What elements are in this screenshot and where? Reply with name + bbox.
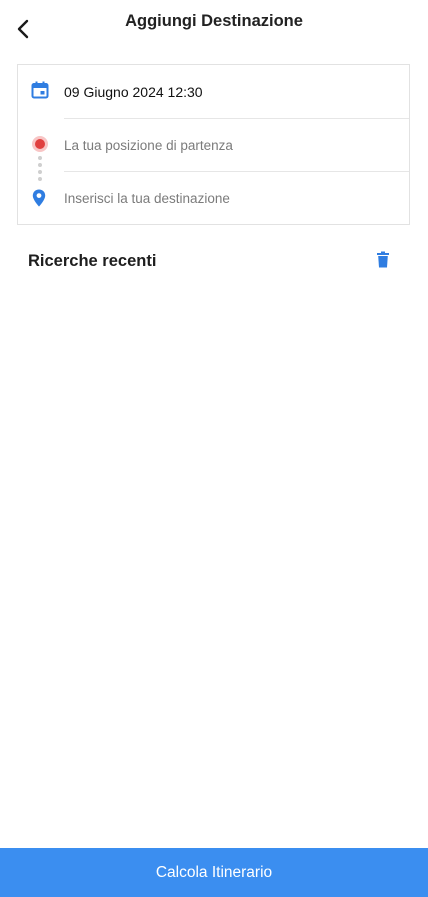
recent-searches-title: Ricerche recenti [28,252,157,270]
date-time-value: 09 Giugno 2024 12:30 [64,83,203,100]
start-location-placeholder: La tua posizione di partenza [64,138,233,153]
trip-form-card: 09 Giugno 2024 12:30 La tua posizione di… [17,64,410,225]
destination-input[interactable]: Inserisci la tua destinazione [18,172,409,225]
date-time-field[interactable]: 09 Giugno 2024 12:30 [18,65,409,118]
header: Aggiungi Destinazione [0,0,428,50]
start-location-input[interactable]: La tua posizione di partenza [18,119,409,172]
start-location-dot-icon [32,136,48,152]
destination-placeholder: Inserisci la tua destinazione [64,191,230,206]
calculate-route-button[interactable]: Calcola Itinerario [0,848,428,897]
page-title: Aggiungi Destinazione [125,12,303,30]
calendar-icon [31,81,49,99]
trash-icon [377,251,389,268]
location-pin-icon [32,189,46,207]
clear-recent-button[interactable] [375,251,391,269]
add-destination-screen: Aggiungi Destinazione 09 Giugno 2024 12:… [0,0,428,897]
